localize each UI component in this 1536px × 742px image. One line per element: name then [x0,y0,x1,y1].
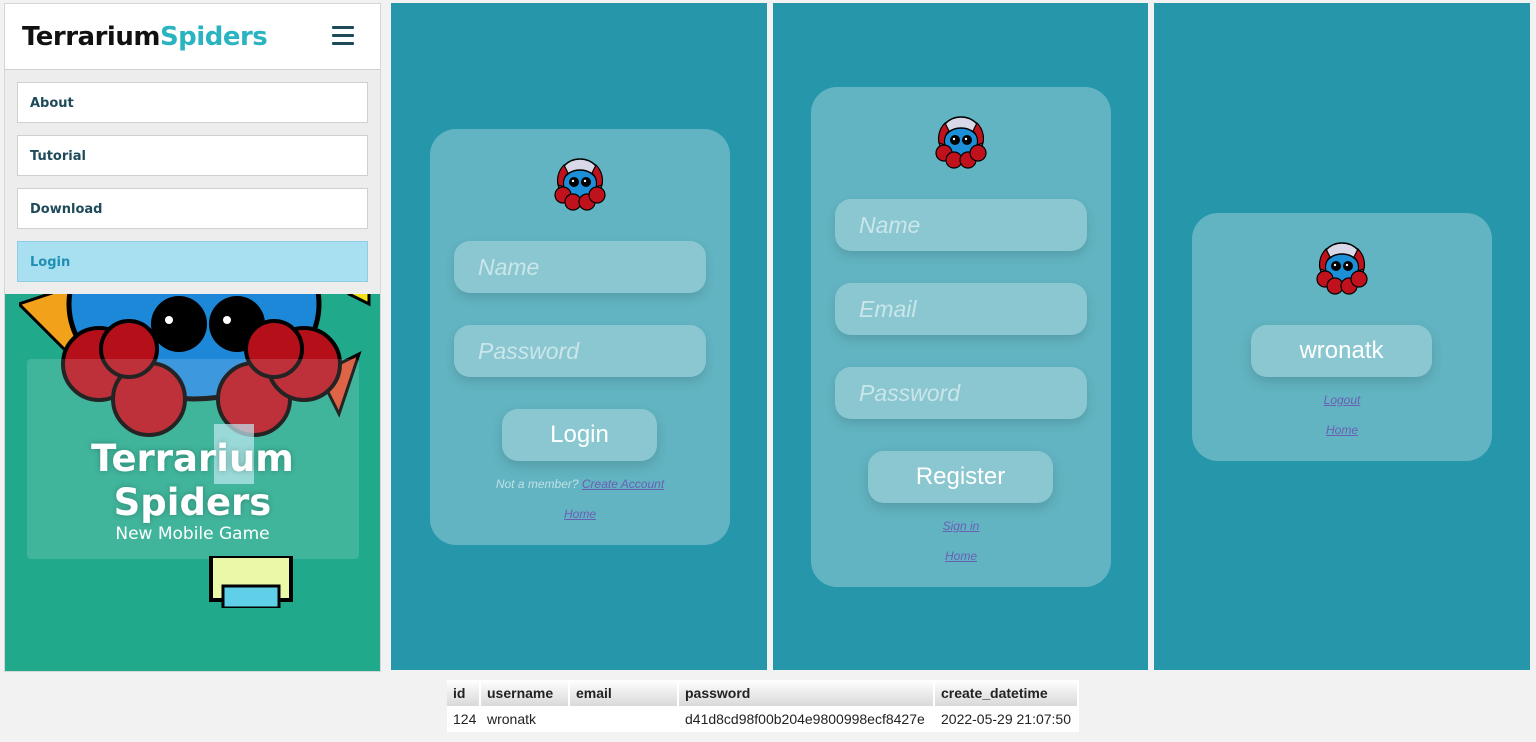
logo-part-terrarium: Terrarium [22,22,160,52]
column-header-id[interactable]: id [447,680,481,706]
screenshot-collage: TerrariumSpiders About Tutorial Download… [0,0,1536,742]
home-link[interactable]: Home [564,507,596,521]
cell-password: d41d8cd98f00b204e9800998ecf8427e [685,711,925,727]
column-header-email[interactable]: email [570,680,679,706]
spider-avatar-icon [935,116,987,169]
mobile-home-screen: TerrariumSpiders About Tutorial Download… [4,3,381,672]
site-logo[interactable]: TerrariumSpiders [22,22,268,52]
name-input[interactable]: Name [454,241,706,293]
home-link[interactable]: Home [1326,423,1358,437]
column-header-password[interactable]: password [679,680,935,706]
spider-avatar-icon [554,158,606,211]
hamburger-menu-icon[interactable] [332,26,354,46]
home-link-row: Home [430,507,730,521]
nav-item-about[interactable]: About [17,82,368,123]
hero-title-line1: Terrarium [91,437,294,480]
profile-card: wronatk Logout Home [1192,213,1492,461]
hero-section: Terrarium Spiders New Mobile Game [5,294,380,671]
hero-subtitle: New Mobile Game [115,524,270,544]
column-header-create-datetime[interactable]: create_datetime [935,680,1079,706]
sign-in-link[interactable]: Sign in [943,519,980,533]
sign-in-row: Sign in [811,519,1111,533]
home-link-row: Home [1192,423,1492,437]
login-button[interactable]: Login [502,409,657,461]
name-input[interactable]: Name [835,199,1087,251]
hero-title: Terrarium Spiders [5,437,380,525]
logo-part-spiders: Spiders [159,22,268,52]
table-row: 124 wronatk d41d8cd98f00b204e9800998ecf8… [447,706,1079,732]
create-account-link[interactable]: Create Account [582,477,664,491]
password-input[interactable]: Password [454,325,706,377]
cell-email [570,706,679,732]
users-db-table: id username email password create_dateti… [447,680,1079,732]
nav-item-login[interactable]: Login [17,241,368,282]
email-input[interactable]: Email [835,283,1087,335]
register-button[interactable]: Register [868,451,1053,503]
site-header: TerrariumSpiders [5,4,380,70]
cell-username: wronatk [487,711,537,727]
create-account-line: Not a member? Create Account [430,477,730,491]
register-card: Name Email Password Register Sign in Hom… [811,87,1111,587]
register-screen: Name Email Password Register Sign in Hom… [773,3,1148,670]
logout-row: Logout [1192,393,1492,407]
column-header-username[interactable]: username [481,680,570,706]
nav-item-download[interactable]: Download [17,188,368,229]
profile-screen: wronatk Logout Home [1154,3,1530,670]
not-member-text: Not a member? [495,477,579,491]
login-card: Name Password Login Not a member? Create… [430,129,730,545]
login-screen: Name Password Login Not a member? Create… [391,3,767,670]
logout-link[interactable]: Logout [1324,393,1361,407]
potion-bottle-illustration [209,556,293,608]
hero-title-line2: Spiders [113,481,272,524]
username-badge: wronatk [1251,325,1432,377]
cell-create-datetime: 2022-05-29 21:07:50 [941,711,1071,727]
nav-item-tutorial[interactable]: Tutorial [17,135,368,176]
cell-id: 124 [453,711,477,727]
nav-menu: About Tutorial Download Login [5,70,380,294]
home-link-row: Home [811,549,1111,563]
home-link[interactable]: Home [945,549,977,563]
table-header-row: id username email password create_dateti… [447,680,1079,706]
password-input[interactable]: Password [835,367,1087,419]
spider-avatar-icon [1316,242,1368,295]
